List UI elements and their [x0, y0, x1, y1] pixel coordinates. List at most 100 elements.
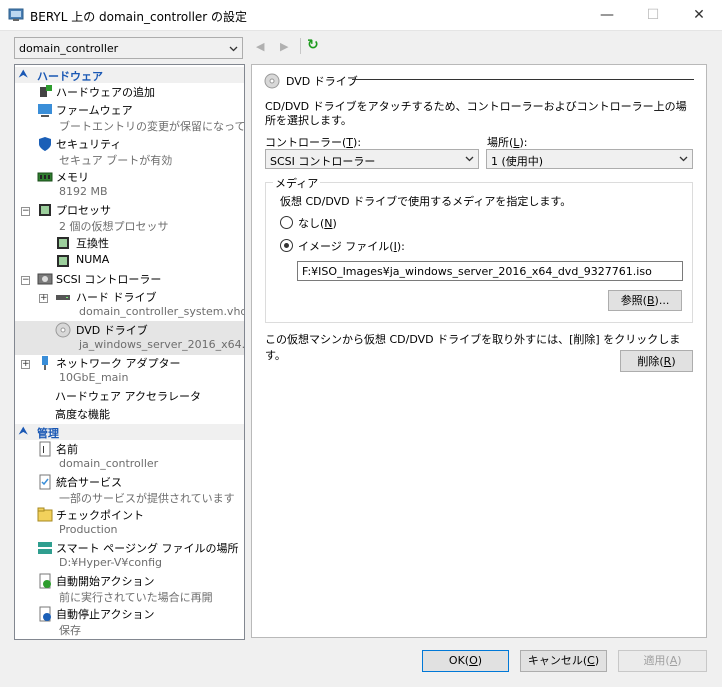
svg-text:I: I	[42, 445, 45, 456]
firmware-label: ファームウェア	[56, 104, 133, 117]
management-header-label: 管理	[37, 427, 59, 440]
apply-button[interactable]: 適用(A)	[618, 650, 707, 672]
dvd-sub: ja_windows_server_2016_x64...	[79, 338, 245, 351]
autostart-icon	[39, 573, 51, 589]
name-label: 名前	[56, 443, 78, 456]
close-button[interactable]: ✕	[676, 0, 722, 30]
vm-selector-value: domain_controller	[19, 42, 119, 55]
browse-button[interactable]: 参照(B)...	[608, 290, 682, 311]
checkpoint-label: チェックポイント	[56, 509, 144, 522]
refresh-icon[interactable]: ↻	[307, 37, 319, 53]
management-section-header[interactable]: ⮝ 管理	[15, 424, 244, 440]
controller-label: コントローラー(T):	[265, 136, 362, 149]
section-divider	[352, 79, 694, 80]
integration-label: 統合サービス	[56, 476, 122, 489]
controller-select-value: SCSI コントローラー	[270, 155, 376, 168]
collapse-icon: ⮝	[19, 69, 28, 80]
autostart-sub: 前に実行されていた場合に再開	[59, 591, 213, 604]
location-select-value: 1 (使用中)	[491, 155, 544, 168]
controller-select[interactable]: SCSI コントローラー	[265, 149, 479, 169]
vm-selector[interactable]: domain_controller	[14, 37, 243, 59]
hdd-sub: domain_controller_system.vhdx	[79, 305, 245, 318]
hardware-section-header[interactable]: ⮝ ハードウェア	[15, 67, 244, 83]
maximize-button[interactable]: ☐	[630, 0, 676, 30]
add-hardware-label: ハードウェアの追加	[56, 86, 155, 99]
memory-icon	[37, 172, 53, 182]
autostop-sub: 保存	[59, 624, 81, 637]
shield-icon	[39, 137, 51, 151]
minimize-button[interactable]: —	[584, 0, 630, 30]
cancel-button[interactable]: キャンセル(C)	[520, 650, 607, 672]
nic-sub: 10GbE_main	[59, 371, 129, 384]
hdd-label: ハード ドライブ	[76, 291, 157, 304]
processor-label: プロセッサ	[56, 204, 111, 217]
section-title: DVD ドライブ	[286, 75, 358, 88]
paging-file-icon	[38, 542, 52, 554]
toolbar-separator	[300, 38, 301, 54]
checkpoint-sub: Production	[59, 523, 118, 536]
forward-button[interactable]: ▶	[280, 40, 288, 53]
none-radio-label[interactable]: なし(N)	[298, 215, 337, 231]
media-description: 仮想 CD/DVD ドライブで使用するメディアを指定します。	[280, 195, 572, 208]
chevron-down-icon	[679, 156, 688, 162]
processor-icon	[57, 255, 69, 267]
remove-button[interactable]: 削除(R)	[620, 350, 693, 372]
memory-label: メモリ	[56, 171, 89, 184]
paging-sub: D:¥Hyper-V¥config	[59, 556, 163, 569]
autostop-label: 自動停止アクション	[56, 608, 155, 621]
none-radio[interactable]	[280, 216, 293, 229]
advanced-label: 高度な機能	[55, 408, 110, 421]
settings-panel: DVD ドライブ CD/DVD ドライブをアタッチするため、コントローラーおよび…	[251, 64, 707, 638]
processor-sub: 2 個の仮想プロセッサ	[59, 220, 169, 233]
media-legend: メディア	[273, 175, 321, 191]
name-sub: domain_controller	[59, 457, 159, 470]
compat-label: 互換性	[76, 237, 109, 250]
add-hardware-icon	[40, 85, 52, 97]
chevron-down-icon	[229, 46, 238, 52]
processor-icon	[57, 237, 69, 249]
autostop-icon	[39, 606, 51, 622]
image-file-radio[interactable]	[280, 239, 293, 252]
hyperv-app-icon	[8, 8, 24, 21]
title-bar: BERYL 上の domain_controller の設定 — ☐ ✕	[0, 0, 722, 31]
nic-expander[interactable]: +	[21, 360, 30, 369]
back-button[interactable]: ◀	[256, 40, 264, 53]
paging-label: スマート ページング ファイルの場所	[56, 542, 239, 555]
integration-services-icon	[39, 474, 51, 490]
accel-label: ハードウェア アクセラレータ	[55, 390, 201, 403]
dvd-description: CD/DVD ドライブをアタッチするため、コントローラーおよびコントローラー上の…	[265, 100, 687, 127]
hdd-expander[interactable]: +	[39, 294, 48, 303]
security-sub: セキュア ブートが有効	[59, 154, 173, 167]
dvd-icon	[264, 73, 280, 89]
nic-label: ネットワーク アダプター	[56, 357, 181, 370]
processor-expander[interactable]: −	[21, 207, 30, 216]
hardware-header-label: ハードウェア	[37, 70, 103, 83]
network-adapter-icon	[42, 356, 48, 370]
name-icon: I	[39, 441, 51, 457]
location-label: 場所(L):	[487, 136, 528, 149]
location-select[interactable]: 1 (使用中)	[486, 149, 693, 169]
scsi-controller-icon	[37, 273, 53, 285]
dvd-label: DVD ドライブ	[76, 324, 148, 337]
chevron-down-icon	[465, 156, 474, 162]
image-path-value: F:¥ISO_Images¥ja_windows_server_2016_x64…	[302, 265, 652, 278]
checkpoint-icon	[37, 507, 53, 522]
collapse-icon: ⮝	[19, 426, 28, 437]
scsi-label: SCSI コントローラー	[56, 273, 162, 286]
memory-sub: 8192 MB	[59, 185, 108, 198]
settings-tree[interactable]: ⮝ ハードウェア ハードウェアの追加 ファームウェア ブートエントリの変更が保留…	[14, 64, 245, 640]
autostart-label: 自動開始アクション	[56, 575, 155, 588]
security-label: セキュリティ	[56, 138, 122, 151]
numa-label: NUMA	[76, 253, 110, 266]
hard-drive-icon	[56, 295, 70, 300]
scsi-expander[interactable]: −	[21, 276, 30, 285]
image-path-input[interactable]: F:¥ISO_Images¥ja_windows_server_2016_x64…	[297, 261, 683, 281]
processor-icon	[39, 204, 51, 216]
integration-sub: 一部のサービスが提供されています	[59, 492, 235, 505]
dvd-icon	[55, 322, 71, 338]
image-file-radio-label[interactable]: イメージ ファイル(I):	[298, 238, 405, 254]
firmware-icon	[38, 104, 52, 117]
firmware-sub: ブートエントリの変更が保留になって...	[59, 120, 245, 133]
window-title: BERYL 上の domain_controller の設定	[30, 10, 248, 24]
ok-button[interactable]: OK(O)	[422, 650, 509, 672]
